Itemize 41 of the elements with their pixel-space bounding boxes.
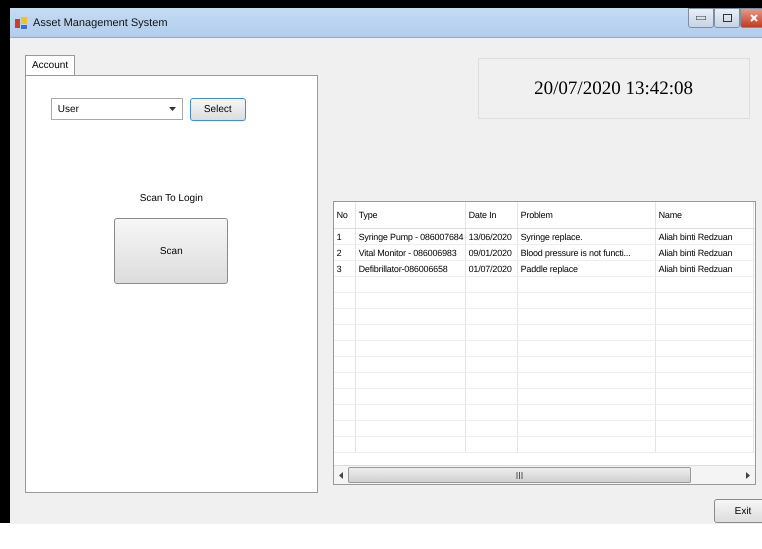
column-header[interactable]: Problem	[518, 202, 656, 228]
table-cell: Syringe replace.	[518, 229, 656, 244]
scan-button[interactable]: Scan	[114, 218, 228, 284]
account-tab[interactable]: Account	[25, 55, 76, 75]
close-icon	[750, 14, 758, 22]
scroll-thumb[interactable]	[348, 467, 691, 483]
table-cell: Aliah binti Redzuan	[656, 261, 754, 276]
table-cell: Syringe Pump - 086007684	[356, 229, 466, 244]
close-button[interactable]	[740, 8, 762, 28]
minimize-button[interactable]	[688, 8, 714, 28]
column-header[interactable]: Date In	[466, 202, 518, 228]
scroll-left-icon[interactable]	[338, 472, 343, 478]
scan-prompt: Scan To Login	[140, 193, 203, 204]
maximize-button[interactable]	[714, 8, 740, 28]
table-cell: 13/06/2020	[466, 229, 518, 244]
table-cell: Vital Monitor - 086006983	[356, 245, 466, 260]
table-cell: 2	[334, 245, 356, 260]
table-cell: Paddle replace	[518, 261, 656, 276]
table-cell: Aliah binti Redzuan	[656, 245, 754, 260]
minimize-icon	[696, 16, 706, 20]
table-cell: Aliah binti Redzuan	[656, 229, 754, 244]
table-cell: Blood pressure is not functi...	[518, 245, 656, 260]
exit-button[interactable]: Exit	[714, 499, 762, 523]
column-header[interactable]: No	[334, 202, 356, 228]
table-cell: 09/01/2020	[466, 245, 518, 260]
table-cell: 3	[334, 261, 356, 276]
horizontal-scrollbar[interactable]	[334, 465, 755, 484]
table-cell: Defibrillator-086006658	[356, 261, 466, 276]
table-cell: 01/07/2020	[466, 261, 518, 276]
table-cell: 1	[334, 229, 356, 244]
maximize-icon	[722, 14, 732, 22]
scroll-right-icon[interactable]	[746, 472, 750, 478]
window-title: Asset Management System	[33, 16, 168, 28]
dropdown-arrow-icon	[168, 107, 176, 111]
clock-display: 20/07/2020 13:42:08	[478, 58, 750, 119]
column-header[interactable]: Name	[656, 202, 754, 228]
column-header[interactable]: Type	[356, 202, 466, 228]
user-dropdown[interactable]: User	[50, 98, 183, 120]
select-button[interactable]: Select	[190, 98, 246, 121]
grip-icon	[516, 472, 523, 478]
app-icon	[14, 16, 28, 30]
